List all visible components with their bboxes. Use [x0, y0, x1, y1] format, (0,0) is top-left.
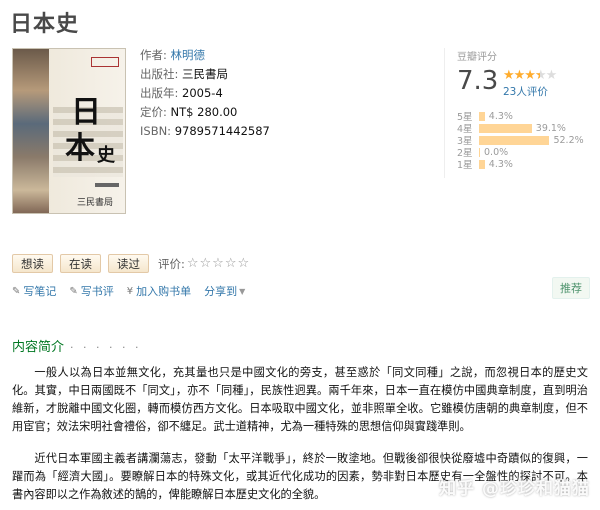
- rating-score: 7.3: [457, 66, 499, 96]
- book-cover-image[interactable]: 日 本 史 三民書局: [12, 48, 126, 214]
- intro-heading-dots: · · · · · ·: [70, 341, 142, 354]
- rating-people-link[interactable]: 23人评价: [503, 84, 548, 99]
- rating-dist-bar: [479, 111, 485, 121]
- rating-dist-bar: [479, 135, 550, 145]
- rating-dist-bar: [479, 147, 480, 157]
- rating-dist-bar: [479, 159, 485, 169]
- intro-heading-text: 内容简介: [12, 340, 65, 355]
- cover-author-mark: [95, 183, 119, 187]
- publisher-value: 三民書局: [182, 67, 229, 81]
- rating-label: 豆瓣评分: [457, 52, 497, 63]
- rating-dist-percent: 39.1%: [535, 122, 566, 134]
- want-to-read-button[interactable]: 想读: [12, 254, 53, 273]
- rate-label: 评价:: [158, 256, 185, 271]
- pencil-icon: ✎: [69, 285, 78, 297]
- price-value: NT$ 280.00: [170, 105, 238, 119]
- write-review-link[interactable]: ✎ 写书评: [69, 283, 113, 299]
- price-label: 定价:: [140, 105, 167, 119]
- cart-icon: ¥: [126, 285, 134, 297]
- have-read-button[interactable]: 读过: [108, 254, 149, 273]
- year-value: 2005-4: [182, 86, 223, 100]
- cover-title-char-2: 本: [65, 131, 95, 166]
- rating-dist-percent: 4.3%: [488, 158, 513, 170]
- rating-dist-percent: 52.2%: [553, 134, 584, 146]
- author-link[interactable]: 林明德: [171, 48, 206, 62]
- intro-heading: 内容简介 · · · · · ·: [12, 336, 141, 355]
- book-info: 作者: 林明德 出版社: 三民書局 出版年: 2005-4 定价: NT$ 28…: [140, 46, 270, 141]
- isbn-label: ISBN:: [140, 124, 172, 138]
- action-links: ✎ 写笔记 ✎ 写书评 ¥ 加入购书单 分享到 ▼: [12, 283, 258, 299]
- cover-publisher: 三民書局: [77, 198, 114, 208]
- rating-panel: 豆瓣评分 7.3 ★★★★★★ 23人评价 5星4.3%4星39.1%3星52.…: [444, 48, 592, 178]
- add-to-cart-link[interactable]: ¥ 加入购书单: [127, 283, 191, 299]
- year-label: 出版年:: [140, 86, 179, 100]
- rating-dist-label: 1星: [457, 160, 473, 171]
- recommend-button[interactable]: 推荐: [552, 277, 590, 299]
- chevron-down-icon: ▼: [239, 286, 246, 296]
- cover-illustration-strip: [13, 49, 49, 213]
- isbn-value: 9789571442587: [174, 124, 270, 138]
- write-review-label: 写书评: [80, 285, 114, 298]
- rating-stars-icon: ★★★★★★: [503, 68, 557, 83]
- reading-button[interactable]: 在读: [60, 254, 101, 273]
- reading-actions: 想读 在读 读过 评价: ☆☆☆☆☆: [12, 254, 250, 273]
- rate-stars-input[interactable]: ☆☆☆☆☆: [187, 256, 250, 271]
- rating-distribution: 5星 4.3% 4星 39.1% 3星 52.2% 2星 0.0% 1星 4.3%: [457, 110, 593, 172]
- share-label: 分享到: [204, 285, 238, 298]
- pencil-icon: ✎: [12, 285, 21, 297]
- rating-dist-bar: [479, 123, 532, 133]
- page-title: 日本史: [10, 12, 80, 37]
- share-link[interactable]: 分享到 ▼: [204, 283, 245, 299]
- rating-dist-row: 1星 4.3%: [457, 158, 593, 172]
- write-note-link[interactable]: ✎ 写笔记: [12, 283, 56, 299]
- cover-title-char-3: 史: [97, 145, 115, 166]
- write-note-label: 写笔记: [23, 285, 57, 298]
- add-to-cart-label: 加入购书单: [136, 285, 192, 298]
- rating-dist-percent: 4.3%: [488, 110, 513, 122]
- publisher-label: 出版社:: [140, 67, 179, 81]
- watermark: 知乎 @珍珍和猫猫: [439, 479, 590, 499]
- rating-dist-percent: 0.0%: [484, 146, 509, 158]
- cover-edition-tag: [91, 57, 119, 67]
- intro-paragraph-1: 一般人以為日本並無文化，充其量也只是中國文化的旁支，甚至惑於「同文同種」之說，而…: [12, 366, 588, 433]
- author-label: 作者:: [140, 48, 167, 62]
